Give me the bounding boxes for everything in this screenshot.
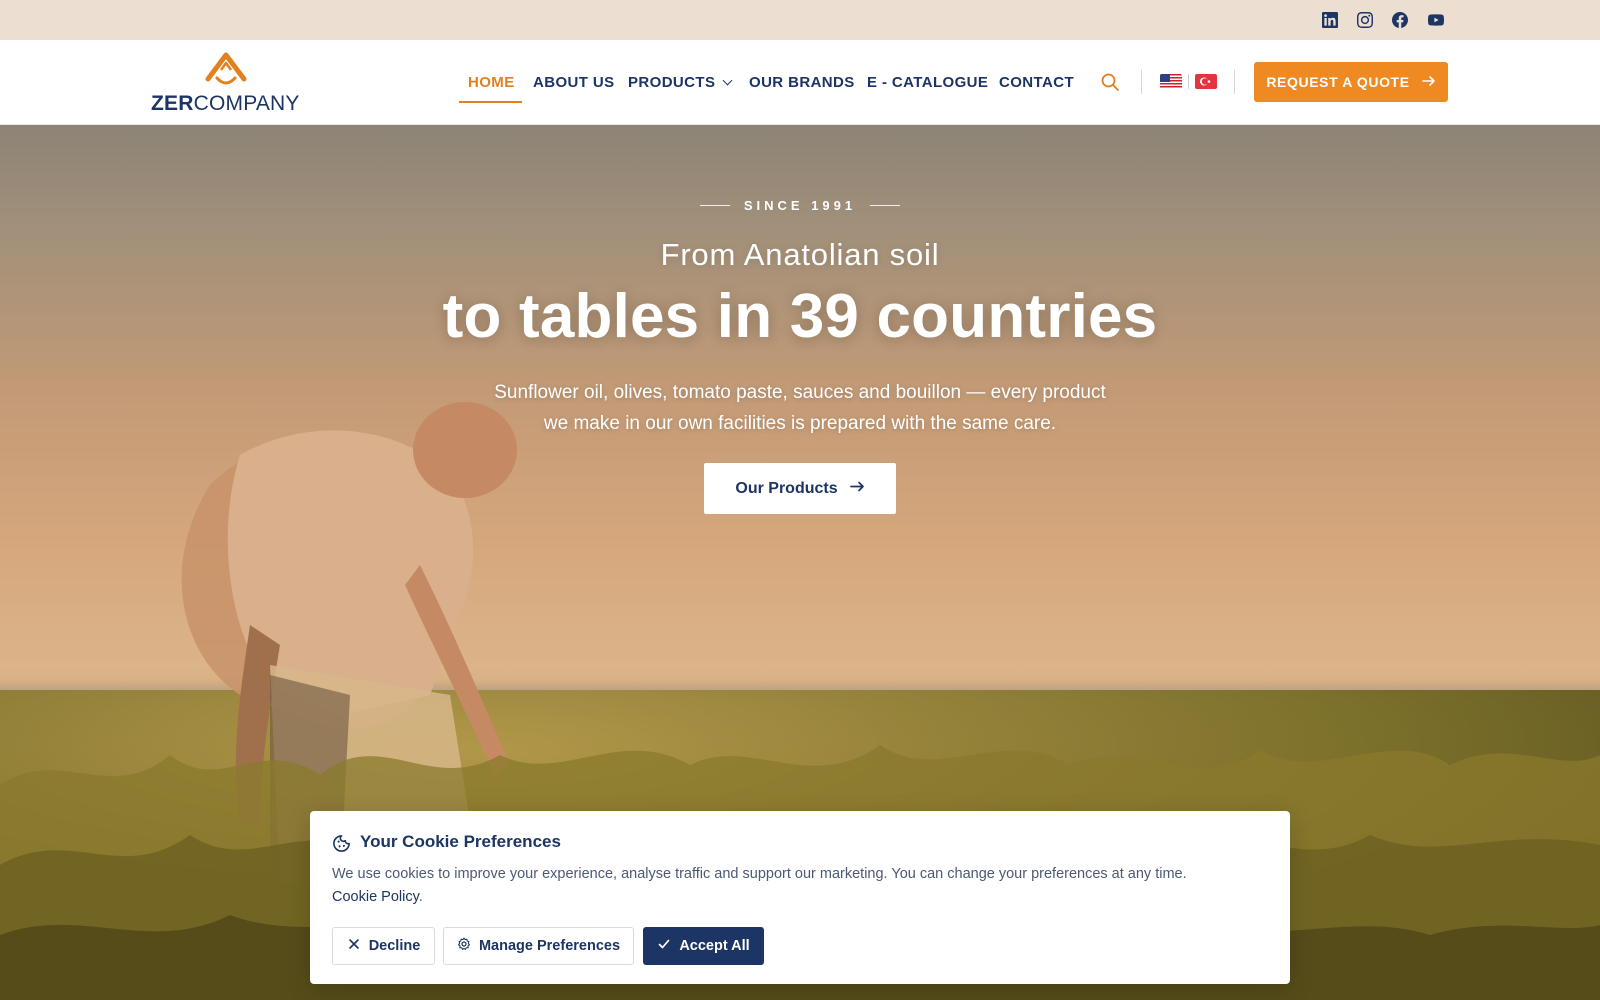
nav-e-catalogue[interactable]: E - CATALOGUE xyxy=(867,40,988,125)
turkey-flag-icon[interactable] xyxy=(1195,74,1217,89)
arrow-right-icon xyxy=(1421,74,1436,91)
search-icon[interactable] xyxy=(1100,72,1120,92)
cookie-link-suffix: . xyxy=(418,889,423,905)
site-header: ZERCOMPANY HOME ABOUT US PRODUCTS OUR BR… xyxy=(0,40,1600,125)
manage-preferences-button[interactable]: Manage Preferences xyxy=(443,927,634,965)
nav-home[interactable]: HOME xyxy=(468,40,515,125)
decline-button[interactable]: Decline xyxy=(332,927,435,965)
language-divider xyxy=(1188,74,1189,89)
chevron-down-icon xyxy=(722,75,733,85)
cookie-text: We use cookies to improve your experienc… xyxy=(332,866,1187,882)
hero-subtitle-line: Sunflower oil, olives, tomato paste, sau… xyxy=(494,382,1106,403)
close-icon xyxy=(347,937,361,955)
mountain-logo-icon xyxy=(205,52,247,90)
youtube-link[interactable] xyxy=(1428,0,1444,40)
hero-subtitle-line: we make in our own facilities is prepare… xyxy=(543,413,1057,434)
us-flag-icon[interactable] xyxy=(1160,74,1182,89)
cookie-title: Your Cookie Preferences xyxy=(360,832,561,851)
gear-icon xyxy=(457,937,471,955)
cookie-description: We use cookies to improve your experienc… xyxy=(332,863,1272,909)
youtube-icon xyxy=(1428,12,1444,28)
nav-active-indicator xyxy=(459,101,522,103)
instagram-link[interactable] xyxy=(1357,0,1373,40)
brand-logo[interactable]: ZERCOMPANY xyxy=(151,52,303,115)
eyebrow-line xyxy=(699,205,730,206)
brand-wordmark: ZERCOMPANY xyxy=(151,92,300,115)
hero-eyebrow: SINCE 1991 xyxy=(0,198,1600,213)
hero-pre-title: From Anatolian soil xyxy=(660,237,940,272)
check-icon xyxy=(657,937,671,955)
linkedin-icon xyxy=(1322,12,1338,28)
cookie-policy-link[interactable]: Cookie Policy xyxy=(332,889,419,905)
divider xyxy=(1141,70,1142,94)
nav-contact[interactable]: CONTACT xyxy=(999,40,1074,125)
facebook-icon xyxy=(1392,12,1408,28)
nav-about-us[interactable]: ABOUT US xyxy=(533,40,615,125)
nav-our-brands[interactable]: OUR BRANDS xyxy=(749,40,855,125)
nav-products[interactable]: PRODUCTS xyxy=(628,40,733,125)
facebook-link[interactable] xyxy=(1392,0,1408,40)
hero-title: to tables in 39 countries xyxy=(442,282,1158,351)
hero-subtitle: Sunflower oil, olives, tomato paste, sau… xyxy=(0,377,1600,439)
our-products-button[interactable]: Our Products xyxy=(704,463,896,514)
cookie-icon xyxy=(332,834,351,853)
top-bar xyxy=(0,0,1600,40)
linkedin-link[interactable] xyxy=(1322,0,1338,40)
accept-all-button[interactable]: Accept All xyxy=(643,927,764,965)
eyebrow-text: SINCE 1991 xyxy=(743,198,857,213)
cookie-banner: Your Cookie Preferences We use cookies t… xyxy=(310,811,1290,984)
arrow-right-icon xyxy=(849,479,865,499)
divider xyxy=(1234,70,1235,94)
instagram-icon xyxy=(1357,12,1373,28)
request-quote-button[interactable]: REQUEST A QUOTE xyxy=(1254,62,1448,102)
eyebrow-line xyxy=(870,205,901,206)
